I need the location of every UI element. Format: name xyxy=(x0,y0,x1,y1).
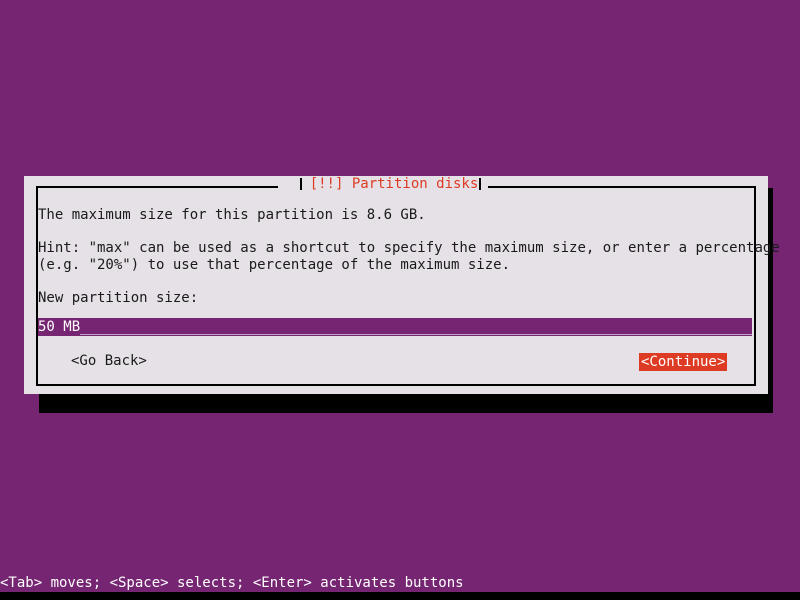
bottom-black-strip xyxy=(0,592,800,600)
status-bar-help-text: <Tab> moves; <Space> selects; <Enter> ac… xyxy=(0,575,464,591)
partition-size-input[interactable]: 50 MB___________________________________… xyxy=(38,318,752,336)
partition-size-input-value: 50 MB xyxy=(38,319,81,335)
partition-size-input-fill: ________________________________________… xyxy=(80,319,752,335)
dialog-title: [!!] Partition disks xyxy=(309,176,479,192)
max-size-text: The maximum size for this partition is 8… xyxy=(38,207,426,223)
hint-text-line-2: (e.g. "20%") to use that percentage of t… xyxy=(38,257,511,273)
new-partition-size-label: New partition size: xyxy=(38,290,199,306)
installer-screen: [!!] Partition disks The maximum size fo… xyxy=(0,0,800,600)
go-back-button[interactable]: <Go Back> xyxy=(70,353,148,369)
continue-button[interactable]: <Continue> xyxy=(639,353,728,371)
hint-text-line-1: Hint: "max" can be used as a shortcut to… xyxy=(38,240,780,256)
dialog-title-tick-left xyxy=(300,178,302,190)
